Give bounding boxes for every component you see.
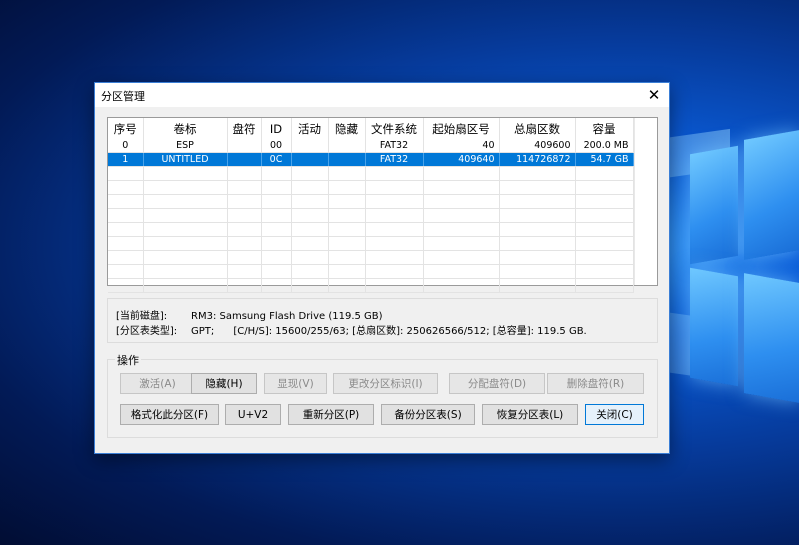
cell-letter [227, 139, 262, 153]
cell-filesystem: FAT32 [365, 139, 424, 153]
partition-table-type-value: GPT; [C/H/S]: 15600/255/63; [总扇区数]: 2506… [191, 326, 587, 337]
cell-hidden [328, 139, 366, 153]
column-header-total-sectors[interactable]: 总扇区数 [499, 118, 576, 139]
cell-letter [227, 152, 262, 167]
cell-capacity: 200.0 MB [575, 139, 634, 153]
cell-filesystem: FAT32 [365, 152, 424, 167]
partition-table-type-line: [分区表类型]: GPT; [C/H/S]: 15600/255/63; [总扇区… [116, 322, 587, 337]
table-row-empty [108, 236, 634, 251]
cell-total-sectors: 409600 [499, 139, 576, 153]
column-header-start-sector[interactable]: 起始扇区号 [423, 118, 500, 139]
u-plus-v2-button[interactable]: U+V2 [225, 404, 281, 425]
column-header-filesystem[interactable]: 文件系统 [365, 118, 424, 139]
cell-label: UNTITLED [143, 152, 228, 167]
cell-label: ESP [143, 139, 228, 153]
close-icon[interactable]: ✕ [643, 85, 665, 105]
table-row-selected[interactable]: 1 UNTITLED 0C FAT32 409640 114726872 54.… [108, 152, 634, 167]
repartition-button[interactable]: 重新分区(P) [288, 404, 374, 425]
column-header-capacity[interactable]: 容量 [575, 118, 634, 139]
column-header-index[interactable]: 序号 [108, 118, 144, 139]
table-row-empty [108, 166, 634, 181]
cell-total-sectors: 114726872 [499, 152, 576, 167]
table-row-empty [108, 194, 634, 209]
cell-capacity: 54.7 GB [575, 152, 634, 167]
operations-title: 操作 [115, 352, 141, 368]
change-partition-id-button[interactable]: 更改分区标识(I) [333, 373, 438, 394]
partition-table-type-label: [分区表类型]: [116, 326, 178, 337]
assign-drive-letter-button[interactable]: 分配盘符(D) [449, 373, 545, 394]
table-row-empty [108, 250, 634, 265]
current-disk-value: RM3: Samsung Flash Drive (119.5 GB) [191, 311, 383, 322]
cell-active [291, 139, 329, 153]
format-partition-button[interactable]: 格式化此分区(F) [120, 404, 219, 425]
restore-partition-table-button[interactable]: 恢复分区表(L) [482, 404, 578, 425]
cell-start-sector: 40 [423, 139, 500, 153]
column-header-hidden[interactable]: 隐藏 [328, 118, 366, 139]
windows-logo-pane-bl [690, 267, 738, 387]
cell-index: 1 [108, 152, 144, 167]
table-row-empty [108, 222, 634, 237]
table-row-empty [108, 264, 634, 279]
cell-hidden [328, 152, 366, 167]
table-row[interactable]: 0 ESP 00 FAT32 40 409600 200.0 MB [108, 139, 634, 153]
column-header-letter[interactable]: 盘符 [227, 118, 262, 139]
windows-logo-pane-tr [744, 130, 799, 260]
remove-drive-letter-button[interactable]: 删除盘符(R) [547, 373, 644, 394]
cell-start-sector: 409640 [423, 152, 500, 167]
column-header-active[interactable]: 活动 [291, 118, 329, 139]
show-button[interactable]: 显现(V) [264, 373, 327, 394]
disk-info-panel: [当前磁盘]: RM3: Samsung Flash Drive (119.5 G… [107, 298, 658, 343]
cell-id: 0C [261, 152, 292, 167]
column-header-id[interactable]: ID [261, 118, 292, 139]
table-header-row: 序号 卷标 盘符 ID 活动 隐藏 文件系统 起始扇区号 总扇区数 容量 [108, 118, 634, 139]
backup-partition-table-button[interactable]: 备份分区表(S) [381, 404, 475, 425]
table-row-empty [108, 278, 634, 293]
operations-group [107, 359, 658, 438]
window-title: 分区管理 [101, 90, 145, 103]
current-disk-line: [当前磁盘]: RM3: Samsung Flash Drive (119.5 G… [116, 307, 383, 322]
title-bar: 分区管理 ✕ [95, 83, 669, 107]
cell-id: 00 [261, 139, 292, 153]
hide-button[interactable]: 隐藏(H) [191, 373, 257, 394]
windows-logo-pane-tl [690, 145, 738, 265]
close-button[interactable]: 关闭(C) [585, 404, 644, 425]
table-row-empty [108, 180, 634, 195]
partition-manager-dialog: 分区管理 ✕ 序号 卷标 盘符 ID 活动 隐藏 文件系统 起始扇区号 总扇区数 [94, 82, 670, 454]
windows-logo-pane-br [744, 273, 799, 403]
column-header-label[interactable]: 卷标 [143, 118, 228, 139]
cell-index: 0 [108, 139, 144, 153]
partition-table: 序号 卷标 盘符 ID 活动 隐藏 文件系统 起始扇区号 总扇区数 容量 0 E… [107, 117, 658, 293]
table-row-empty [108, 208, 634, 223]
current-disk-label: [当前磁盘]: [116, 311, 168, 322]
cell-active [291, 152, 329, 167]
activate-button[interactable]: 激活(A) [120, 373, 195, 394]
vertical-scrollbar[interactable] [634, 118, 657, 285]
